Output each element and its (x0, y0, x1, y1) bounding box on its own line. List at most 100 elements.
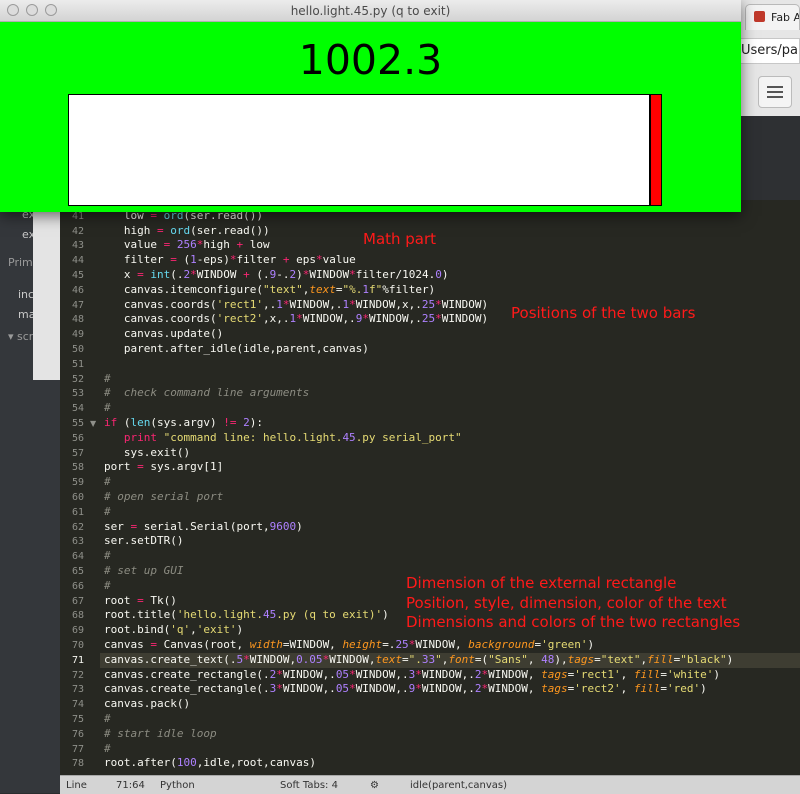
tk-canvas: 1002.3 (0, 22, 741, 212)
line-number: 62 (71, 521, 84, 533)
code-line: high = ord(ser.read()) (104, 223, 270, 237)
code-line: ser = serial.Serial(port,9600) (104, 519, 303, 533)
line-number: 69 (71, 625, 84, 637)
line-number: 50 (71, 344, 84, 355)
annotation-rectangles: Dimensions and colors of the two rectang… (406, 613, 741, 631)
line-number: 70 (71, 640, 84, 651)
code-line: print "command line: hello.light.45.py s… (123, 430, 462, 444)
status-tabs[interactable]: Soft Tabs: 4 (280, 780, 338, 791)
code-line: root.after(100,idle,root,canvas) (104, 756, 316, 770)
gear-icon[interactable]: ⚙ (370, 780, 379, 791)
disclosure-icon: ▾ (8, 330, 18, 343)
code-line: ser.setDTR() (104, 534, 184, 548)
line-number: 59 (71, 477, 84, 489)
code-line: x = int(.2*WINDOW + (.9-.2)*WINDOW*filte… (104, 268, 449, 281)
line-number: 73 (71, 684, 84, 696)
annotation-positions: Positions of the two bars (511, 304, 696, 322)
annotation-math: Math part (363, 230, 437, 248)
code-line: # (104, 578, 111, 592)
browser-tab[interactable]: Fab A (745, 4, 800, 30)
status-syntax[interactable]: Python (160, 780, 195, 791)
status-function: idle(parent,canvas) (410, 780, 508, 791)
code-editor[interactable]: 40414243444546474849505152535455▼5657585… (60, 200, 800, 775)
line-number: 74 (71, 699, 84, 711)
line-number: 51 (71, 358, 84, 370)
code-line: canvas.create_rectangle(.3*WINDOW,.05*WI… (104, 682, 707, 696)
line-number: 77 (71, 743, 84, 755)
code-line: canvas.create_rectangle(.2*WINDOW,.05*WI… (104, 667, 720, 681)
line-number: 47 (71, 299, 84, 311)
sidebar-item[interactable]: inc (18, 288, 34, 301)
line-number: 63 (71, 536, 84, 548)
code-line: # (104, 504, 111, 518)
line-number: 46 (71, 284, 84, 296)
bar-rect2 (650, 94, 662, 206)
code-line: if (len(sys.argv) != 2): (104, 416, 263, 429)
title-bar[interactable]: hello.light.45.py (q to exit) (0, 0, 741, 22)
code-line: # open serial port (104, 490, 224, 503)
background-dialog (33, 200, 60, 380)
code-line: canvas.coords('rect1',.1*WINDOW,.1*WINDO… (104, 297, 489, 311)
browser-tab-label: Fab A (771, 11, 800, 24)
sidebar-folder[interactable]: ▾ scr (8, 330, 33, 343)
line-number: 65 (71, 566, 84, 577)
line-number: 45 (71, 270, 84, 281)
bar-rect1 (68, 94, 651, 206)
sidebar-heading: Prim (8, 256, 33, 269)
code-line: # (104, 712, 111, 725)
line-number: 76 (71, 728, 84, 740)
line-number: 48 (71, 314, 84, 326)
code-line: port = sys.argv[1] (104, 460, 224, 474)
line-number: 52 (71, 373, 84, 385)
code-line: # start idle loop (104, 726, 217, 740)
line-number: 55 (71, 418, 84, 429)
line-number: 49 (71, 329, 84, 341)
browser-url-text: Users/pablo (741, 43, 799, 58)
line-number: 67 (71, 595, 84, 607)
code-line: canvas.itemconfigure("text",text="%.1f"%… (104, 282, 436, 296)
code-line: canvas.coords('rect2',x,.1*WINDOW,.9*WIN… (104, 312, 489, 326)
browser-toolbar (740, 72, 800, 117)
line-number: 75 (71, 714, 84, 725)
line-number: 57 (71, 447, 84, 459)
code-line: # (104, 475, 111, 489)
code-line: root.title('hello.light.45.py (q to exit… (104, 608, 389, 622)
fold-arrow-icon[interactable]: ▼ (90, 419, 96, 428)
code-line: # (104, 371, 111, 385)
line-number: 78 (71, 758, 84, 770)
line-number: 53 (71, 388, 84, 400)
line-number: 41 (71, 210, 84, 222)
menu-icon[interactable] (758, 76, 792, 108)
line-number: 58 (71, 462, 84, 474)
code-line: # set up GUI (104, 564, 184, 577)
line-number: 43 (71, 240, 84, 252)
filter-value: 1002.3 (298, 36, 443, 84)
browser-address-bar[interactable]: Users/pablo (740, 38, 800, 64)
code-line: canvas = Canvas(root, width=WINDOW, heig… (104, 638, 595, 651)
status-bar: Line 71:64 Python Soft Tabs: 4 ⚙ idle(pa… (60, 775, 800, 794)
line-number: 72 (71, 669, 84, 681)
favicon-icon (754, 11, 765, 22)
sidebar-folder-label: scr (17, 330, 34, 343)
window-title: hello.light.45.py (q to exit) (290, 4, 451, 18)
line-number: 54 (71, 403, 84, 415)
line-number: 71 (71, 654, 84, 666)
line-number: 66 (71, 580, 84, 592)
line-gutter: 40414243444546474849505152535455▼5657585… (60, 200, 100, 775)
line-number: 56 (71, 432, 84, 444)
annotation-text: Position, style, dimension, color of the… (406, 594, 727, 612)
status-line-label: Line (66, 780, 87, 791)
code-line: # check command line arguments (104, 386, 310, 400)
code-line: canvas.pack() (104, 697, 191, 711)
code-line: canvas.create_text(.5*WINDOW,0.05*WINDOW… (104, 652, 734, 666)
code-line: filter = (1-eps)*filter + eps*value (104, 253, 356, 267)
line-number: 44 (71, 255, 84, 267)
code-line: root = Tk() (104, 593, 177, 607)
line-number: 68 (71, 610, 84, 622)
line-number: 61 (71, 506, 84, 518)
code-line: canvas.update() (104, 327, 224, 341)
line-number: 42 (71, 225, 84, 237)
code-line: value = 256*high + low (104, 238, 270, 252)
line-number: 64 (71, 551, 84, 563)
tk-window: hello.light.45.py (q to exit) 1002.3 (0, 0, 741, 212)
